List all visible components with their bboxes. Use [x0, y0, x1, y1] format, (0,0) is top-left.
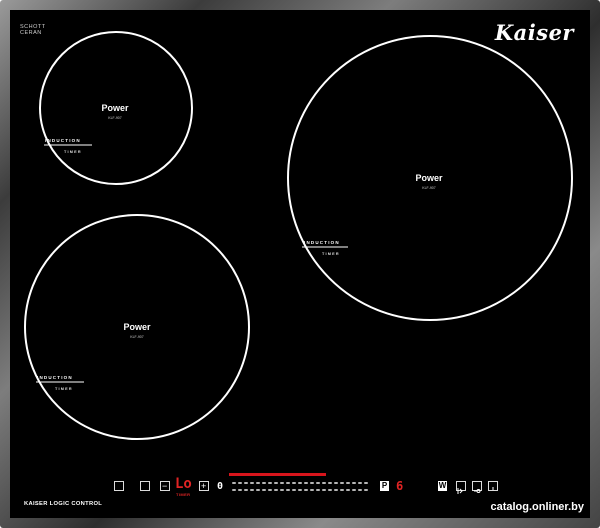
slider-segment — [262, 482, 266, 484]
power-slider-bar[interactable] — [229, 473, 326, 476]
slider-segment — [256, 489, 260, 491]
slider-segment — [238, 489, 242, 491]
slider-segment — [232, 482, 236, 484]
slider-segments-bottom — [232, 489, 368, 491]
slider-segment — [334, 482, 338, 484]
slider-segment — [346, 489, 350, 491]
slider-segment — [250, 489, 254, 491]
slider-segment — [232, 489, 236, 491]
zone-induction-label: INDUCTION — [37, 375, 73, 380]
glass-brand-mark: SCHOTT CERAN — [20, 24, 46, 36]
keep-warm-icon — [474, 489, 481, 493]
slider-segment — [352, 489, 356, 491]
cooking-zones-layer — [24, 31, 573, 440]
lock-button[interactable] — [488, 481, 498, 491]
zone-model-label: KLF-907 — [130, 335, 144, 339]
wok-button[interactable]: W — [438, 481, 447, 491]
slider-segment — [298, 482, 302, 484]
zone-select-button[interactable] — [140, 481, 150, 491]
slider-segment — [256, 482, 260, 484]
slider-segment — [238, 482, 242, 484]
minus-icon: − — [162, 481, 168, 491]
slider-segment — [358, 489, 362, 491]
slider-segment — [268, 482, 272, 484]
display-timer-label: TIMER — [176, 492, 191, 497]
slider-segment — [346, 482, 350, 484]
slider-segment — [328, 489, 332, 491]
boost-icon — [457, 488, 463, 494]
slider-segment — [310, 489, 314, 491]
slider-segment — [340, 482, 344, 484]
slider-segment — [310, 482, 314, 484]
slider-segment — [364, 489, 368, 491]
slider-segment — [358, 482, 362, 484]
slider-segment — [280, 489, 284, 491]
watermark-text: catalog.onliner.by — [490, 501, 584, 513]
slider-segment — [316, 482, 320, 484]
zone-model-label: KLF-907 — [108, 116, 122, 120]
slider-segment — [286, 482, 290, 484]
zone-level-display: Lo — [175, 476, 192, 492]
slider-segment — [274, 482, 278, 484]
slider-segment — [262, 489, 266, 491]
boost-button[interactable] — [456, 481, 466, 494]
zone-timer-label: TIMER — [322, 252, 340, 256]
slider-segment — [244, 489, 248, 491]
zone-induction-label: INDUCTION — [304, 240, 340, 245]
slider-segment — [364, 482, 368, 484]
slider-segment — [286, 489, 290, 491]
level-display: 6 — [396, 479, 404, 493]
pause-button[interactable]: P — [380, 481, 389, 491]
slider-segment — [352, 482, 356, 484]
zone-power-label: Power — [415, 173, 443, 183]
zone-model-label: KLF-907 — [422, 186, 436, 190]
slider-segment — [250, 482, 254, 484]
brand-logo: Kaiser — [494, 20, 574, 45]
slider-segment — [334, 489, 338, 491]
slider-segment — [316, 489, 320, 491]
zone-power-label: Power — [101, 103, 129, 113]
slider-segment — [322, 489, 326, 491]
increase-button[interactable]: + — [199, 481, 209, 491]
plus-icon: + — [201, 481, 207, 491]
slider-segment — [322, 482, 326, 484]
decrease-button[interactable]: − — [160, 481, 170, 491]
keep-warm-button[interactable] — [472, 481, 482, 493]
glass-brand-line2: CERAN — [20, 30, 42, 36]
zone-timer-label: TIMER — [64, 150, 82, 154]
slider-segment — [292, 482, 296, 484]
slider-segment — [304, 482, 308, 484]
zone-power-label: Power — [123, 322, 151, 332]
slider-segment — [274, 489, 278, 491]
slider-segment — [280, 482, 284, 484]
lock-icon — [492, 487, 494, 490]
power-button[interactable] — [114, 481, 124, 491]
slider-segments-top — [232, 482, 368, 484]
slider-segment — [328, 482, 332, 484]
power-indicator: 0 — [217, 481, 224, 492]
slider-segment — [268, 489, 272, 491]
zone-induction-label: INDUCTION — [45, 138, 81, 143]
slider-segment — [298, 489, 302, 491]
slider-segment — [244, 482, 248, 484]
slider-segment — [304, 489, 308, 491]
zone-timer-label: TIMER — [55, 387, 73, 391]
slider-segment — [340, 489, 344, 491]
slider-segment — [292, 489, 296, 491]
control-panel-label: KAISER LOGIC CONTROL — [24, 501, 103, 507]
